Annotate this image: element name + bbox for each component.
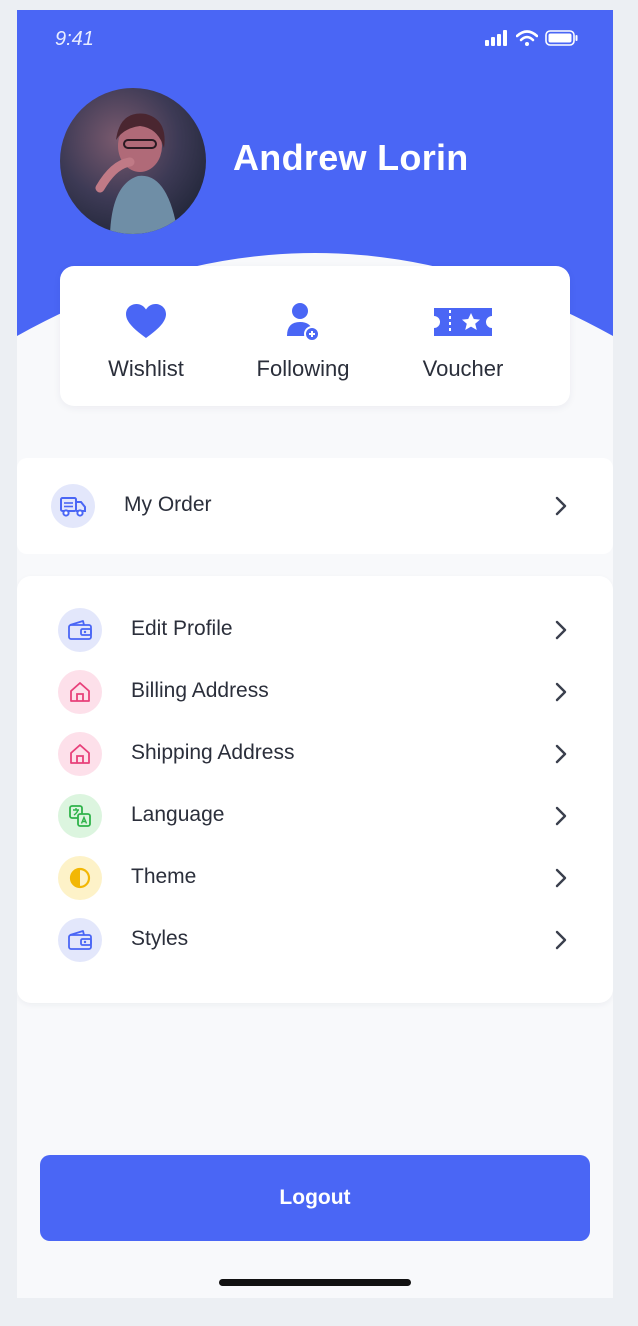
heart-icon xyxy=(126,304,166,338)
status-time: 9:41 xyxy=(55,28,94,50)
home-indicator xyxy=(219,1279,411,1286)
my-order-card: My Order xyxy=(17,458,613,554)
billing-address-label: Billing Address xyxy=(131,679,269,702)
logout-button[interactable]: Logout xyxy=(40,1155,590,1241)
edit-profile-label: Edit Profile xyxy=(131,617,233,640)
ticket-icon xyxy=(434,308,492,336)
home-icon xyxy=(58,732,102,776)
profile-name: Andrew Lorin xyxy=(233,137,469,178)
menu-item-language[interactable]: Language xyxy=(17,788,613,844)
avatar-image xyxy=(60,88,206,234)
avatar[interactable] xyxy=(60,88,206,234)
profile-screen: 9:41 Andrew Lorin Wishlist Following Vou… xyxy=(17,10,613,1298)
chevron-right-icon xyxy=(555,868,567,888)
menu-item-styles[interactable]: Styles xyxy=(17,912,613,968)
chevron-right-icon xyxy=(555,806,567,826)
shipping-address-label: Shipping Address xyxy=(131,741,295,764)
chevron-right-icon xyxy=(555,930,567,950)
following-button[interactable]: Following xyxy=(228,300,378,390)
menu-item-shipping-address[interactable]: Shipping Address xyxy=(17,726,613,782)
truck-icon xyxy=(51,484,95,528)
user-plus-icon xyxy=(287,303,320,342)
status-bar: 9:41 xyxy=(17,26,613,56)
chevron-right-icon xyxy=(555,744,567,764)
menu-item-billing-address[interactable]: Billing Address xyxy=(17,664,613,720)
wishlist-button[interactable]: Wishlist xyxy=(71,300,221,390)
language-label: Language xyxy=(131,803,225,826)
menu-item-theme[interactable]: Theme xyxy=(17,850,613,906)
voucher-label: Voucher xyxy=(422,356,504,381)
translate-icon xyxy=(58,794,102,838)
menu-item-edit-profile[interactable]: Edit Profile xyxy=(17,602,613,658)
chevron-right-icon xyxy=(555,682,567,702)
theme-label: Theme xyxy=(131,865,197,888)
chevron-right-icon xyxy=(555,496,567,516)
menu-item-my-order[interactable]: My Order xyxy=(17,478,613,534)
signal-icon xyxy=(485,30,507,46)
chevron-right-icon xyxy=(555,620,567,640)
wishlist-label: Wishlist xyxy=(108,356,184,381)
quick-actions-card: Wishlist Following Voucher xyxy=(60,266,570,406)
voucher-button[interactable]: Voucher xyxy=(388,300,538,390)
wallet-icon xyxy=(58,918,102,962)
following-label: Following xyxy=(256,356,350,381)
wifi-icon xyxy=(516,30,538,46)
status-icons xyxy=(485,30,579,46)
half-circle-icon xyxy=(58,856,102,900)
styles-label: Styles xyxy=(131,927,189,950)
my-order-label: My Order xyxy=(124,493,212,516)
profile-header: 9:41 Andrew Lorin Wishlist Following Vou… xyxy=(17,10,613,410)
settings-menu-card: Edit Profile Billing Address Shipping Ad… xyxy=(17,576,613,1003)
wallet-icon xyxy=(58,608,102,652)
home-icon xyxy=(58,670,102,714)
battery-icon xyxy=(545,30,578,46)
